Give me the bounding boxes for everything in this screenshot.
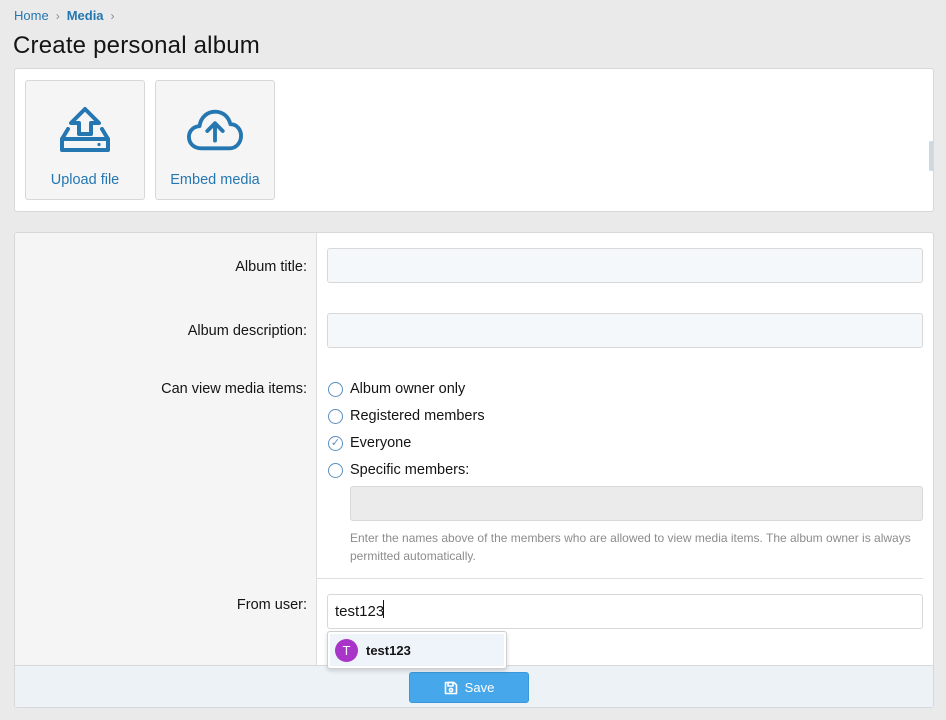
text-cursor — [383, 600, 384, 618]
radio-label: Specific members: — [350, 462, 470, 478]
attachment-panel: Upload file Embed media — [14, 68, 934, 212]
chevron-right-icon: › — [110, 8, 115, 23]
album-description-input[interactable] — [327, 313, 923, 348]
breadcrumb: Home › Media › — [14, 8, 122, 23]
can-view-label: Can view media items: — [161, 381, 307, 397]
upload-file-label: Upload file — [50, 172, 120, 188]
album-title-label: Album title: — [235, 259, 307, 275]
radio-label: Album owner only — [350, 381, 466, 397]
avatar: T — [335, 638, 358, 662]
suggestion-username: test123 — [366, 642, 411, 658]
breadcrumb-media-link[interactable]: Media — [67, 8, 104, 23]
specific-members-hint: Enter the names above of the members who… — [350, 531, 911, 563]
user-suggestion-item[interactable]: T test123 — [330, 634, 504, 666]
page-title: Create personal album — [13, 32, 261, 59]
radio-button[interactable] — [328, 408, 343, 424]
radio-registered-members[interactable]: Registered members — [328, 408, 485, 424]
side-scroll-tab[interactable] — [929, 141, 933, 171]
user-suggestion-dropdown: T test123 — [327, 631, 507, 669]
save-icon — [444, 681, 458, 695]
divider — [317, 578, 923, 579]
specific-members-input — [350, 486, 923, 521]
breadcrumb-home-link[interactable]: Home — [14, 8, 49, 23]
check-icon: ✓ — [330, 436, 341, 449]
radio-button-selected[interactable]: ✓ — [328, 435, 343, 451]
radio-album-owner-only[interactable]: Album owner only — [328, 381, 465, 397]
from-user-label: From user: — [236, 597, 307, 613]
album-title-input[interactable] — [327, 248, 923, 283]
chevron-right-icon: › — [55, 8, 60, 23]
radio-label: Registered members — [350, 408, 485, 424]
upload-file-button[interactable]: Upload file — [25, 80, 145, 200]
embed-media-button[interactable]: Embed media — [155, 80, 275, 200]
embed-media-label: Embed media — [170, 172, 260, 188]
form-footer: Save — [15, 665, 933, 707]
upload-icon — [57, 105, 113, 155]
radio-label: Everyone — [350, 435, 412, 451]
cloud-upload-icon — [187, 105, 243, 155]
radio-specific-members[interactable]: Specific members: — [328, 462, 469, 478]
album-description-label: Album description: — [187, 323, 307, 339]
radio-button[interactable] — [328, 462, 343, 478]
radio-everyone[interactable]: ✓ Everyone — [328, 435, 411, 451]
save-label: Save — [464, 680, 495, 695]
radio-button[interactable] — [328, 381, 343, 397]
save-button[interactable]: Save — [409, 672, 529, 703]
from-user-input[interactable] — [327, 594, 923, 629]
